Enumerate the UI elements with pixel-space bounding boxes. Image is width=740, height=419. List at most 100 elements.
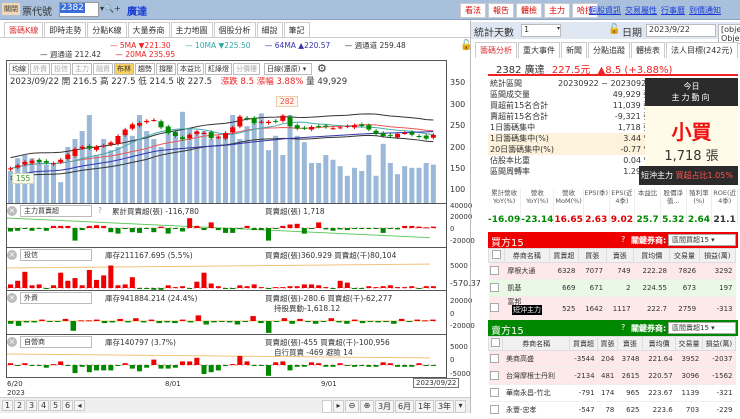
page-6[interactable]: 6 <box>62 400 73 411</box>
tab-analysis[interactable]: 個股分析 <box>213 22 256 38</box>
row-checkbox[interactable] <box>489 370 499 380</box>
today-button[interactable]: [object Object] <box>718 24 740 44</box>
tool-ma[interactable]: 均線 <box>9 62 29 75</box>
code-input[interactable]: 2382 <box>59 2 99 17</box>
page-5[interactable]: 5 <box>50 400 61 411</box>
mainforce-button[interactable]: 主力 <box>544 3 570 18</box>
select-all-checkbox[interactable] <box>491 338 501 347</box>
buy-range-select[interactable]: 區間買超15 ▾ <box>668 234 736 246</box>
zoom-out-icon[interactable]: ⊖ <box>345 400 359 413</box>
tool-light[interactable]: 紅綠燈 <box>205 62 232 75</box>
tab-main-map[interactable]: 主力地圖 <box>170 22 213 38</box>
tab-chip-k[interactable]: 籌碼K線 <box>4 22 44 38</box>
days-select[interactable]: 1 ▾ <box>521 24 561 37</box>
range-1y[interactable]: 1年 <box>415 400 434 413</box>
select-all-checkbox[interactable] <box>491 250 501 259</box>
broker-row[interactable]: 美商高盛 -3544 204 3748 221.64 3952 -2037 <box>488 350 736 368</box>
column-header[interactable]: 買賣超 <box>568 336 599 351</box>
tool-pe[interactable]: 本益比 <box>177 62 204 75</box>
tool-support[interactable]: 撐壓 <box>156 62 176 75</box>
tool-price-vol[interactable]: 分價樓 <box>233 62 260 75</box>
close-button[interactable]: 關閉 <box>2 3 20 15</box>
column-header[interactable]: 券商名稱 <box>503 248 550 263</box>
tool-main[interactable]: 主力 <box>72 62 92 75</box>
gear-icon[interactable]: ⚙ <box>317 62 327 75</box>
column-header[interactable]: 買賣超 <box>548 248 579 263</box>
row-checkbox[interactable] <box>490 282 500 292</box>
tab-chip-analysis[interactable]: 籌碼分析 <box>475 42 517 58</box>
row-checkbox[interactable] <box>489 404 499 414</box>
tab-realtime[interactable]: 即時走勢 <box>44 22 87 38</box>
scroll-thumb[interactable] <box>322 400 332 413</box>
tab-branch-track[interactable]: 分點追蹤 <box>588 42 630 58</box>
column-header[interactable]: 賣張 <box>616 336 644 351</box>
column-header[interactable]: 損益(萬) <box>701 336 737 351</box>
broker-value: 671 <box>578 279 607 297</box>
help-icon[interactable]: ? <box>621 235 625 244</box>
broker-row[interactable]: 華南永昌-竹北 -791 174 965 223.67 1139 -321 <box>488 384 736 402</box>
lock-icon[interactable]: 🔓 <box>608 24 620 35</box>
broker-row[interactable]: 永豐-忠孝 -547 78 625 223.6 703 -229 <box>488 401 736 419</box>
foreign-select[interactable]: 外資 <box>20 292 92 304</box>
tab-detail[interactable]: 細說 <box>256 22 283 38</box>
trade-attr-link[interactable]: 交易屬性 <box>625 6 657 15</box>
column-header[interactable]: 損益(萬) <box>698 248 737 263</box>
help-icon[interactable]: ? <box>621 323 625 332</box>
column-header[interactable]: 交易量 <box>669 248 700 263</box>
broker-row[interactable]: 凱基 669 671 2 224.55 673 197 <box>488 279 736 297</box>
tool-trend[interactable]: 趨勢 <box>135 62 155 75</box>
row-checkbox[interactable] <box>490 265 500 275</box>
row-checkbox[interactable] <box>490 303 500 312</box>
column-header[interactable]: 買均價 <box>633 248 671 263</box>
candlestick-chart[interactable] <box>7 86 447 203</box>
row-checkbox[interactable] <box>489 387 499 397</box>
range-3m[interactable]: 3月 <box>375 400 394 413</box>
broker-row[interactable]: 摩根大通 6328 7077 749 222.28 7826 3292 <box>488 262 736 280</box>
date-input[interactable]: 2023/9/22 <box>646 24 716 37</box>
scroll-right[interactable]: ▸ <box>333 400 344 413</box>
tab-notes[interactable]: 筆記 <box>283 22 310 38</box>
period-select[interactable]: 日線(還原) ▾ <box>264 62 312 75</box>
price-alert-link[interactable]: 到價通知 <box>689 6 721 15</box>
tab-news[interactable]: 新聞 <box>561 42 587 58</box>
sell-range-select[interactable]: 區間賣超15 ▾ <box>668 322 736 334</box>
tab-checkup[interactable]: 體檢表 <box>631 42 665 58</box>
page-3[interactable]: 3 <box>26 400 37 411</box>
scroll-left[interactable]: ◂ <box>74 400 85 411</box>
net-bar <box>344 282 350 288</box>
close-icon[interactable]: × <box>7 337 17 347</box>
calendar-link[interactable]: 行事曆 <box>661 6 685 15</box>
close-icon[interactable]: × <box>7 293 17 303</box>
tool-foreign[interactable]: 外資 <box>30 62 50 75</box>
tool-trust[interactable]: 投信 <box>51 62 71 75</box>
broker-value: 197 <box>699 279 736 297</box>
page-1[interactable]: 1 <box>2 400 13 411</box>
stock-info-link[interactable]: 個股資訊 <box>589 6 621 15</box>
page-2[interactable]: 2 <box>14 400 25 411</box>
column-header[interactable]: 交易量 <box>675 336 703 351</box>
close-icon[interactable]: × <box>7 250 17 260</box>
range-more[interactable]: ▾ <box>455 400 466 413</box>
page-4[interactable]: 4 <box>38 400 49 411</box>
column-header[interactable]: 賣均價 <box>641 336 677 351</box>
range-3y[interactable]: 3年 <box>435 400 454 413</box>
column-header[interactable]: 買張 <box>577 248 607 263</box>
tool-margin[interactable]: 融資 <box>93 62 113 75</box>
column-header[interactable]: 賣張 <box>605 248 635 263</box>
zoom-in-icon[interactable]: ⊕ <box>360 400 374 413</box>
checkup-button[interactable]: 體檢 <box>516 3 542 18</box>
tab-branch-k[interactable]: 分點K線 <box>87 22 127 38</box>
tab-big-broker[interactable]: 大量券商 <box>127 22 170 38</box>
report-button[interactable]: 報告 <box>488 3 514 18</box>
tab-events[interactable]: 重大事件 <box>518 42 560 58</box>
view-button[interactable]: 看法 <box>460 3 486 18</box>
column-header[interactable]: 買張 <box>597 336 618 351</box>
column-header[interactable]: 券商名稱 <box>502 336 570 351</box>
search-icon[interactable]: ▾🔍+ <box>100 4 121 13</box>
row-checkbox[interactable] <box>489 353 499 363</box>
dealer-select[interactable]: 自營商 <box>20 336 92 348</box>
tool-bollinger[interactable]: 布林 <box>114 62 134 75</box>
broker-row[interactable]: 台灣摩根士丹利 -2134 481 2615 220.57 3096 -1562 <box>488 367 736 385</box>
range-6m[interactable]: 6月 <box>395 400 414 413</box>
tab-target[interactable]: 法人目標(242元) <box>666 42 738 58</box>
